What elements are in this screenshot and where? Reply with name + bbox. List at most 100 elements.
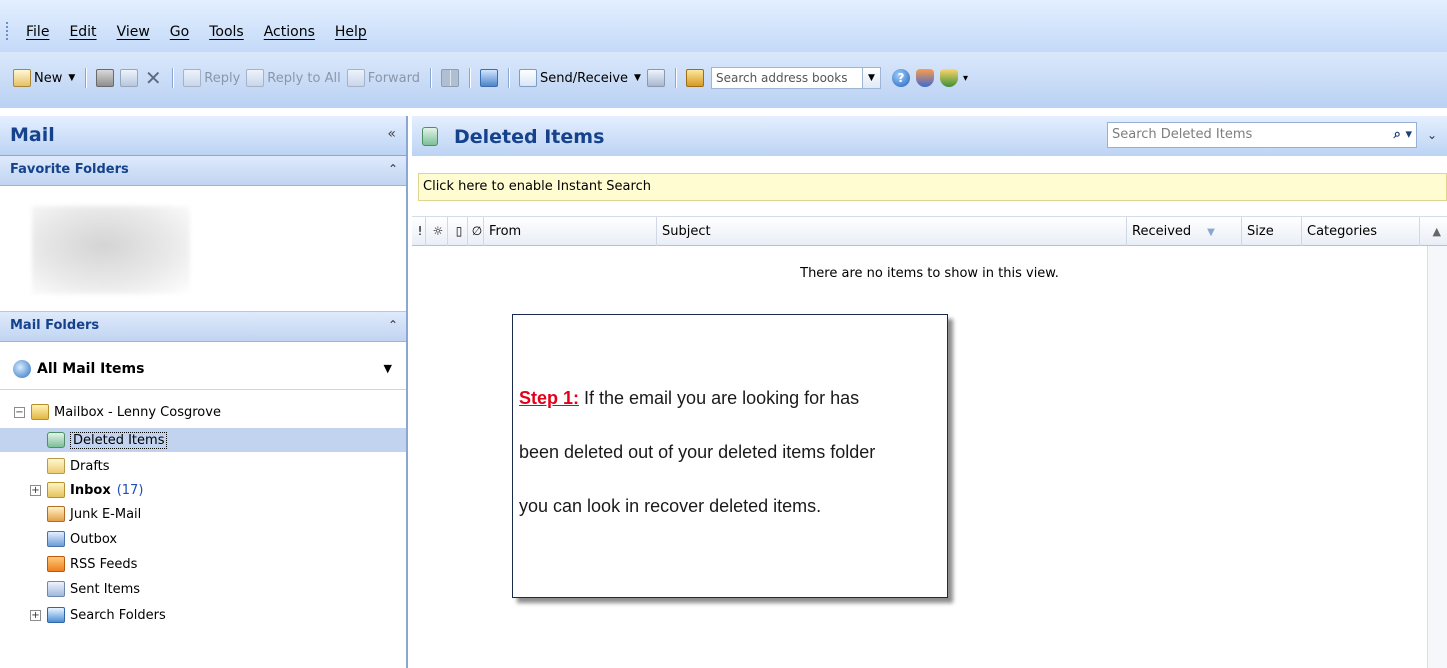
menu-view[interactable]: View [107,22,160,42]
empty-view-message: There are no items to show in this view. [800,266,1059,281]
delete-button[interactable]: ✕ [141,66,165,90]
move-to-folder-button[interactable] [117,66,141,90]
tree-item-sent[interactable]: Sent Items [47,577,140,601]
tree-item-label: Sent Items [70,581,141,597]
item-type-icon[interactable]: ▯ [448,217,468,246]
print-button[interactable] [93,66,117,90]
reply-button[interactable]: Reply [180,66,243,90]
content-header: Deleted Items Search Deleted Items ⌕ ▾ ⌄ [412,116,1447,156]
sync-button[interactable] [477,66,501,90]
new-mail-icon [13,69,31,87]
column-subject[interactable]: Subject [657,217,1127,246]
importance-icon[interactable]: ! [412,217,426,246]
toolbar-overflow-icon[interactable]: ▾ [963,73,968,84]
all-mail-items-label: All Mail Items [37,361,145,377]
menu-help[interactable]: Help [325,22,377,42]
tree-item-label: Search Folders [70,607,166,623]
send-receive-button[interactable]: Send/Receive ▼ [516,66,644,90]
expand-icon[interactable]: + [30,609,41,621]
views-button[interactable] [438,66,462,90]
reply-label: Reply [204,70,241,86]
column-header-row: ! ☼ ▯ ∅ From Subject Received ▼ Size Cate… [412,216,1447,246]
collapse-icon[interactable]: « [387,126,396,142]
toolbar-separator [85,68,87,88]
favorite-folders-header[interactable]: Favorite Folders ⌃ [0,156,406,186]
chevron-down-icon[interactable]: ▼ [862,67,881,89]
tree-item-label: Outbox [70,531,118,547]
inbox-icon [47,482,65,498]
security-options-button[interactable] [937,66,961,90]
reply-all-icon [246,69,265,87]
unread-count: (17) [116,482,144,498]
column-categories[interactable]: Categories [1302,217,1420,246]
navigation-pane: Mail « Favorite Folders ⌃ Mail Folders ⌃… [0,116,408,668]
menu-go[interactable]: Go [160,22,199,42]
menu-edit[interactable]: Edit [59,22,106,42]
envelope-icon [646,69,665,87]
tree-item-inbox[interactable]: + Inbox (17) [30,478,143,502]
tree-item-outbox[interactable]: Outbox [47,527,117,551]
callout-line-3: you can look in recover deleted items. [519,496,822,516]
search-folder-icon [13,360,31,378]
toolbar-separator [674,68,676,88]
new-button[interactable]: New ▼ [10,66,78,90]
tree-item-junk[interactable]: Junk E-Mail [47,502,141,526]
security-button[interactable] [913,66,937,90]
shield-check-icon [939,69,958,87]
menu-tools[interactable]: Tools [199,22,254,42]
mail-folders-header[interactable]: Mail Folders ⌃ [0,312,406,342]
search-input[interactable]: Search Deleted Items ⌕ ▾ [1107,122,1417,148]
reply-all-label: Reply to All [267,70,341,86]
chevron-up-icon[interactable]: ⌃ [388,318,398,332]
search-icon[interactable]: ⌕ ▾ [1394,123,1412,147]
tree-item-rss[interactable]: RSS Feeds [47,552,137,576]
send-receive-label: Send/Receive [540,70,629,86]
menu-actions[interactable]: Actions [254,22,325,42]
address-book-button[interactable] [683,66,707,90]
scroll-up-icon[interactable]: ▲ [1433,225,1441,238]
send-receive-icon [519,69,538,87]
favorite-folders-list [0,186,406,312]
address-book-search-input[interactable]: Search address books [710,67,863,89]
column-from[interactable]: From [484,217,657,246]
toolbar-separator [172,68,174,88]
attachment-icon[interactable]: ∅ [468,217,484,246]
column-size[interactable]: Size [1242,217,1302,246]
vertical-scrollbar[interactable] [1427,246,1447,668]
menu-items: File Edit View Go Tools Actions Help [16,22,377,42]
deleted-items-icon [47,432,65,448]
instant-search-bar[interactable]: Click here to enable Instant Search [418,173,1447,201]
toolbar-separator [430,68,432,88]
help-button[interactable]: ? [889,66,913,90]
menu-file[interactable]: File [16,22,59,42]
drafts-icon [47,458,65,474]
new-label: New [34,70,63,86]
tree-item-search-folders[interactable]: + Search Folders [30,603,166,627]
expand-search-icon[interactable]: ⌄ [1427,128,1437,142]
reply-all-button[interactable]: Reply to All [243,66,343,90]
tree-item-label: RSS Feeds [70,556,138,572]
menu-grip[interactable] [6,22,9,40]
expand-icon[interactable]: + [30,484,41,496]
envelope-button[interactable] [644,66,668,90]
tree-item-label: Drafts [70,458,110,474]
forward-button[interactable]: Forward [344,66,423,90]
chevron-down-icon[interactable]: ▼ [68,73,75,83]
tree-item-label: Inbox [70,482,111,498]
help-icon: ? [891,69,910,87]
tree-item-drafts[interactable]: Drafts [47,454,110,478]
column-received[interactable]: Received ▼ [1127,217,1242,246]
tree-item-label: Deleted Items [70,431,168,449]
chevron-down-icon[interactable]: ▼ [634,73,641,83]
column-label: Received [1132,224,1192,239]
chevron-down-icon[interactable]: ▼ [384,362,392,375]
blurred-content [32,206,190,294]
tree-item-mailbox[interactable]: − Mailbox - Lenny Cosgrove [14,400,221,424]
tree-item-deleted-items[interactable]: Deleted Items [0,428,406,452]
all-mail-items-selector[interactable]: All Mail Items ▼ [0,350,406,390]
chevron-up-icon[interactable]: ⌃ [388,162,398,176]
reminder-icon[interactable]: ☼ [426,217,448,246]
junk-mail-icon [47,506,65,522]
collapse-icon[interactable]: − [14,406,25,418]
delete-icon: ✕ [144,66,162,90]
